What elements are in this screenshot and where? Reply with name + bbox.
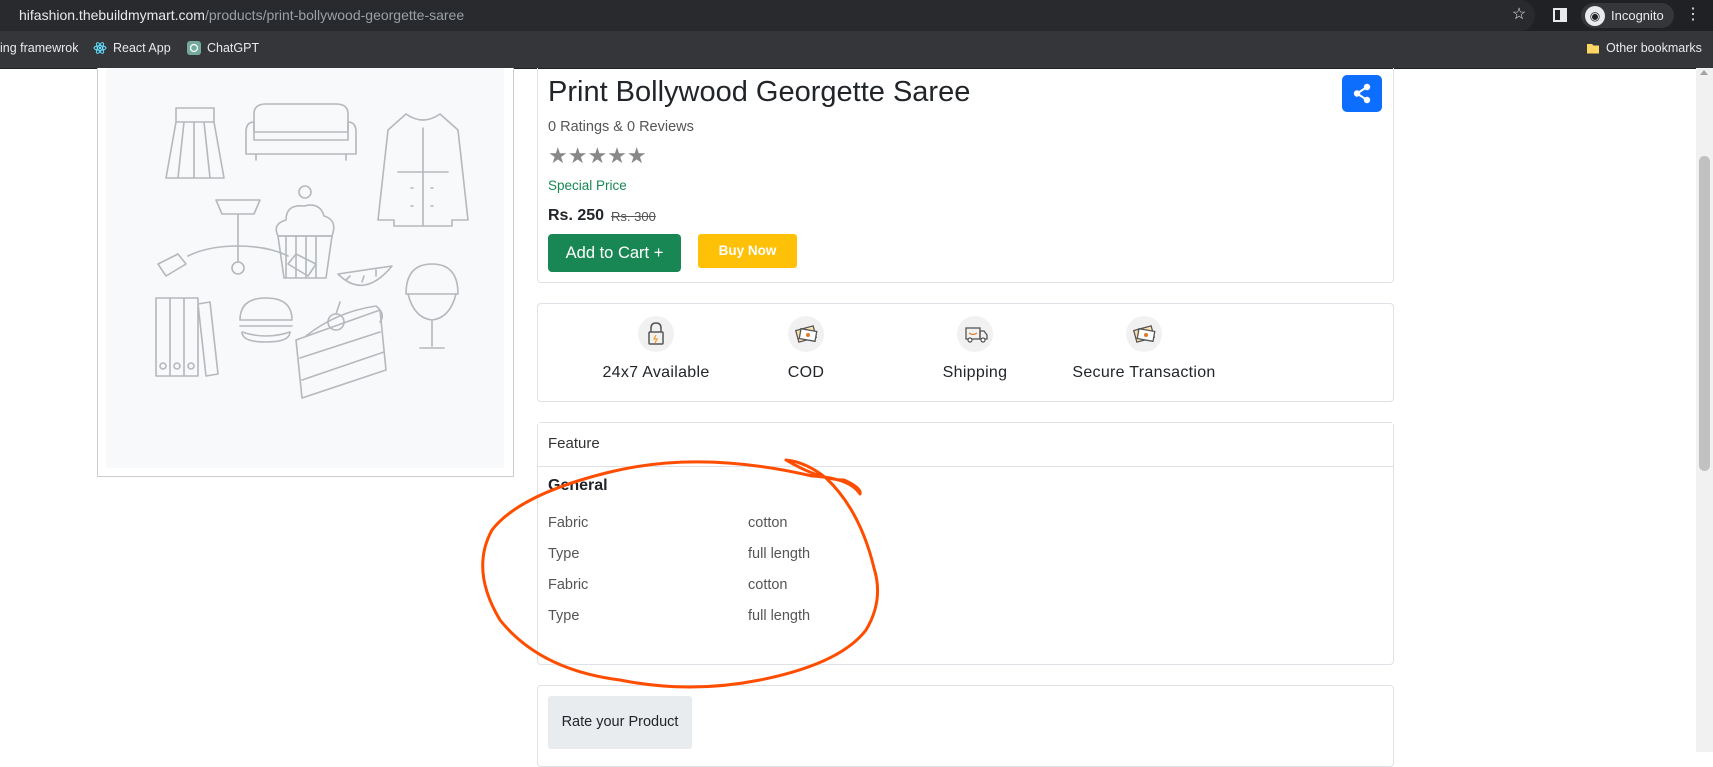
placeholder-illustration	[155, 103, 469, 399]
share-button[interactable]	[1342, 75, 1382, 112]
ratings-summary: 0 Ratings & 0 Reviews	[548, 119, 694, 135]
cash-icon	[788, 316, 824, 352]
bookmark-item[interactable]: ChatGPT	[187, 41, 259, 55]
service-item: Shipping	[890, 316, 1060, 382]
feature-spec-card: Feature General Fabric cotton Type full …	[537, 422, 1394, 665]
service-label: 24x7 Available	[602, 364, 710, 381]
browser-toolbar: hifashion.thebuildmymart.com/products/pr…	[0, 0, 1713, 31]
share-icon	[1353, 83, 1371, 104]
lock-icon	[638, 316, 674, 352]
bookmark-item[interactable]: React App	[93, 41, 171, 55]
card-icon	[1126, 316, 1162, 352]
spec-value: full length	[748, 546, 811, 562]
product-summary-card: Print Bollywood Georgette Saree 0 Rating…	[537, 68, 1394, 283]
address-bar[interactable]: hifashion.thebuildmymart.com/products/pr…	[0, 0, 1535, 31]
spec-group-title: General	[548, 477, 608, 494]
other-bookmarks[interactable]: Other bookmarks	[1586, 41, 1702, 55]
spec-key: Type	[548, 546, 580, 562]
chatgpt-icon	[187, 41, 201, 55]
scroll-up-arrow-icon[interactable]	[1700, 70, 1708, 75]
feature-heading: Feature	[548, 435, 600, 452]
incognito-badge[interactable]: ◉ Incognito	[1581, 3, 1674, 28]
product-title: Print Bollywood Georgette Saree	[548, 76, 971, 108]
product-image-panel	[97, 68, 514, 477]
product-image-placeholder[interactable]	[106, 68, 504, 468]
spec-value: full length	[748, 608, 811, 624]
react-icon	[93, 42, 107, 54]
spec-row: Fabric cotton	[548, 515, 1148, 535]
rate-product-button[interactable]: Rate your Product	[548, 696, 692, 749]
bookmark-star-icon[interactable]: ☆	[1509, 5, 1529, 25]
add-to-cart-button[interactable]: Add to Cart +	[548, 234, 681, 272]
spec-value: cotton	[748, 515, 788, 531]
service-features-card: 24x7 Available COD Shipping Secure Trans…	[537, 303, 1394, 402]
bookmark-item[interactable]: ing framewrok	[0, 41, 79, 55]
folder-icon	[1587, 44, 1599, 54]
service-item: COD	[721, 316, 891, 382]
service-item: Secure Transaction	[1059, 316, 1229, 382]
side-panel-icon[interactable]	[1550, 5, 1570, 25]
scrollbar-thumb[interactable]	[1699, 156, 1710, 471]
spec-key: Fabric	[548, 515, 589, 531]
buy-now-button[interactable]: Buy Now	[698, 234, 797, 268]
star-rating: ★★★★★	[548, 143, 647, 168]
menu-kebab-icon[interactable]: ⋮	[1683, 5, 1703, 25]
spec-value: cotton	[748, 577, 788, 593]
spec-row: Type full length	[548, 546, 1148, 566]
spec-key: Type	[548, 608, 580, 624]
special-price-label: Special Price	[548, 178, 627, 193]
spec-row: Fabric cotton	[548, 577, 1148, 597]
service-label: Secure Transaction	[1072, 364, 1216, 381]
incognito-label: Incognito	[1611, 8, 1664, 23]
url-text[interactable]: hifashion.thebuildmymart.com/products/pr…	[19, 7, 464, 23]
service-label: Shipping	[942, 364, 1008, 381]
spec-row: Type full length	[548, 608, 1148, 628]
rate-product-card: Rate your Product	[537, 685, 1394, 767]
spec-key: Fabric	[548, 577, 589, 593]
truck-icon	[957, 316, 993, 352]
service-label: COD	[787, 364, 825, 381]
service-item: 24x7 Available	[571, 316, 741, 382]
feature-card-header: Feature	[538, 423, 1393, 467]
original-price: Rs. 300	[611, 209, 656, 224]
selling-price: Rs. 250	[548, 207, 605, 224]
bookmarks-bar: ing framewrok React App ChatGPT Other bo…	[0, 31, 1713, 69]
incognito-icon: ◉	[1585, 5, 1605, 26]
